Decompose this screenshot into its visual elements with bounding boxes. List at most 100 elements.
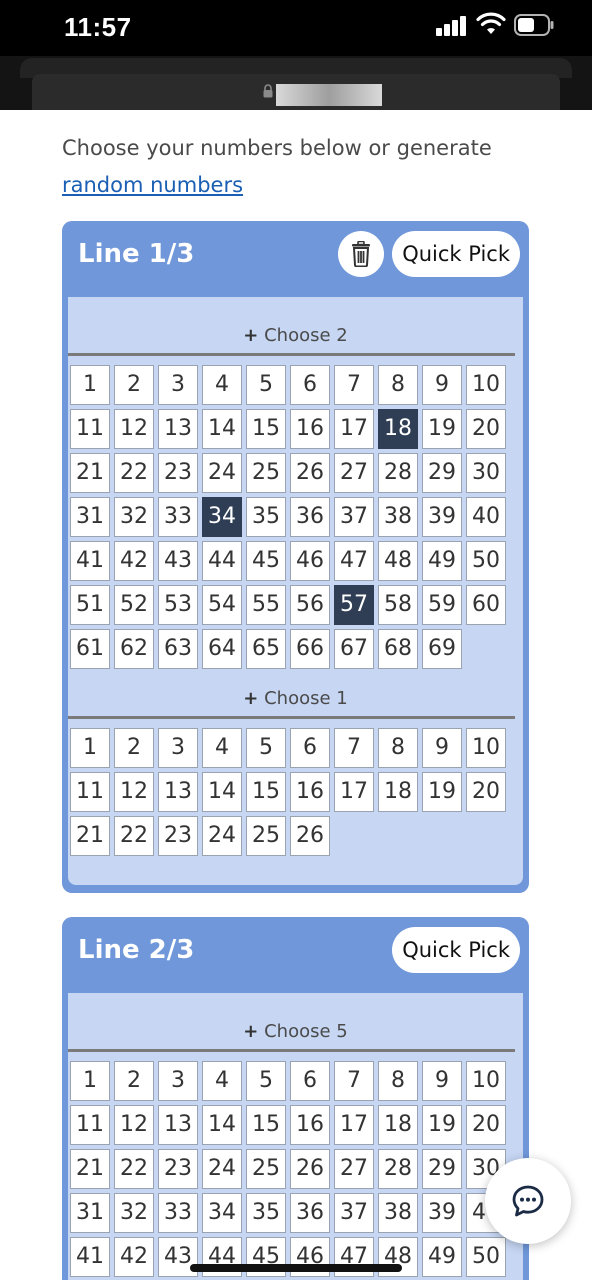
- number-cell[interactable]: 2: [114, 365, 154, 405]
- number-cell[interactable]: 34: [202, 1193, 242, 1233]
- number-cell[interactable]: 56: [290, 585, 330, 625]
- number-cell[interactable]: 27: [334, 453, 374, 493]
- number-cell[interactable]: 31: [70, 1193, 110, 1233]
- number-cell[interactable]: 15: [246, 409, 286, 449]
- number-cell[interactable]: 24: [202, 816, 242, 856]
- number-cell[interactable]: 10: [466, 728, 506, 768]
- number-cell[interactable]: 49: [422, 1237, 462, 1277]
- number-cell[interactable]: 22: [114, 453, 154, 493]
- number-cell[interactable]: 30: [466, 453, 506, 493]
- number-cell[interactable]: 17: [334, 1105, 374, 1145]
- number-cell[interactable]: 63: [158, 629, 198, 669]
- number-cell[interactable]: 23: [158, 453, 198, 493]
- number-cell[interactable]: 59: [422, 585, 462, 625]
- number-cell[interactable]: 57: [334, 585, 374, 625]
- number-cell[interactable]: 12: [114, 772, 154, 812]
- number-cell[interactable]: 7: [334, 365, 374, 405]
- number-cell[interactable]: 24: [202, 453, 242, 493]
- number-cell[interactable]: 11: [70, 772, 110, 812]
- number-cell[interactable]: 17: [334, 772, 374, 812]
- number-cell[interactable]: 26: [290, 453, 330, 493]
- number-cell[interactable]: 19: [422, 772, 462, 812]
- number-cell[interactable]: 2: [114, 1061, 154, 1101]
- number-cell[interactable]: 33: [158, 1193, 198, 1233]
- number-cell[interactable]: 22: [114, 1149, 154, 1189]
- number-cell[interactable]: 18: [378, 1105, 418, 1145]
- random-numbers-link[interactable]: random numbers: [62, 167, 243, 204]
- number-cell[interactable]: 66: [290, 629, 330, 669]
- number-cell[interactable]: 8: [378, 728, 418, 768]
- number-cell[interactable]: 9: [422, 365, 462, 405]
- number-cell[interactable]: 31: [70, 497, 110, 537]
- number-cell[interactable]: 7: [334, 728, 374, 768]
- number-cell[interactable]: 4: [202, 728, 242, 768]
- number-cell[interactable]: 11: [70, 1105, 110, 1145]
- number-cell[interactable]: 20: [466, 1105, 506, 1145]
- number-cell[interactable]: 40: [466, 497, 506, 537]
- number-cell[interactable]: 25: [246, 453, 286, 493]
- number-cell[interactable]: 28: [378, 453, 418, 493]
- number-cell[interactable]: 5: [246, 365, 286, 405]
- number-cell[interactable]: 39: [422, 497, 462, 537]
- number-cell[interactable]: 37: [334, 497, 374, 537]
- number-cell[interactable]: 50: [466, 541, 506, 581]
- number-cell[interactable]: 1: [70, 728, 110, 768]
- number-cell[interactable]: 20: [466, 772, 506, 812]
- number-cell[interactable]: 16: [290, 772, 330, 812]
- number-cell[interactable]: 32: [114, 497, 154, 537]
- number-cell[interactable]: 1: [70, 1061, 110, 1101]
- number-cell[interactable]: 51: [70, 585, 110, 625]
- number-cell[interactable]: 5: [246, 728, 286, 768]
- number-cell[interactable]: 44: [202, 541, 242, 581]
- number-cell[interactable]: 38: [378, 497, 418, 537]
- number-cell[interactable]: 6: [290, 365, 330, 405]
- number-cell[interactable]: 2: [114, 728, 154, 768]
- number-cell[interactable]: 53: [158, 585, 198, 625]
- number-cell[interactable]: 16: [290, 409, 330, 449]
- number-cell[interactable]: 33: [158, 497, 198, 537]
- number-cell[interactable]: 18: [378, 772, 418, 812]
- number-cell[interactable]: 10: [466, 365, 506, 405]
- number-cell[interactable]: 35: [246, 497, 286, 537]
- number-cell[interactable]: 36: [290, 497, 330, 537]
- number-cell[interactable]: 52: [114, 585, 154, 625]
- number-cell[interactable]: 38: [378, 1193, 418, 1233]
- number-cell[interactable]: 6: [290, 1061, 330, 1101]
- number-cell[interactable]: 14: [202, 772, 242, 812]
- number-cell[interactable]: 58: [378, 585, 418, 625]
- number-cell[interactable]: 21: [70, 816, 110, 856]
- quick-pick-button[interactable]: Quick Pick: [392, 231, 520, 277]
- number-cell[interactable]: 22: [114, 816, 154, 856]
- number-cell[interactable]: 21: [70, 1149, 110, 1189]
- number-cell[interactable]: 67: [334, 629, 374, 669]
- number-cell[interactable]: 64: [202, 629, 242, 669]
- number-cell[interactable]: 28: [378, 1149, 418, 1189]
- number-cell[interactable]: 43: [158, 541, 198, 581]
- number-cell[interactable]: 4: [202, 365, 242, 405]
- number-cell[interactable]: 42: [114, 541, 154, 581]
- number-cell[interactable]: 5: [246, 1061, 286, 1101]
- number-cell[interactable]: 17: [334, 409, 374, 449]
- number-cell[interactable]: 50: [466, 1237, 506, 1277]
- number-cell[interactable]: 3: [158, 1061, 198, 1101]
- number-cell[interactable]: 1: [70, 365, 110, 405]
- number-cell[interactable]: 26: [290, 816, 330, 856]
- number-cell[interactable]: 15: [246, 772, 286, 812]
- number-cell[interactable]: 49: [422, 541, 462, 581]
- number-cell[interactable]: 23: [158, 816, 198, 856]
- number-cell[interactable]: 9: [422, 1061, 462, 1101]
- number-cell[interactable]: 25: [246, 1149, 286, 1189]
- number-cell[interactable]: 37: [334, 1193, 374, 1233]
- number-cell[interactable]: 29: [422, 1149, 462, 1189]
- number-cell[interactable]: 4: [202, 1061, 242, 1101]
- delete-line-button[interactable]: [338, 231, 384, 277]
- number-cell[interactable]: 24: [202, 1149, 242, 1189]
- number-cell[interactable]: 18: [378, 409, 418, 449]
- number-cell[interactable]: 12: [114, 1105, 154, 1145]
- number-cell[interactable]: 41: [70, 1237, 110, 1277]
- number-cell[interactable]: 16: [290, 1105, 330, 1145]
- number-cell[interactable]: 21: [70, 453, 110, 493]
- number-cell[interactable]: 46: [290, 541, 330, 581]
- number-cell[interactable]: 19: [422, 1105, 462, 1145]
- number-cell[interactable]: 45: [246, 541, 286, 581]
